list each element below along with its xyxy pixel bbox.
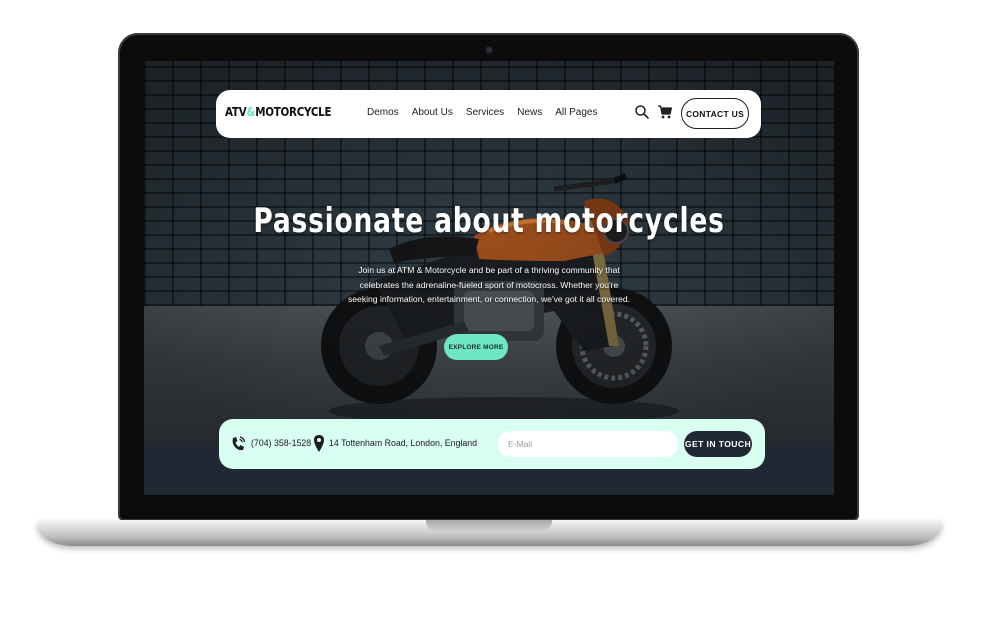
email-input[interactable] xyxy=(498,431,678,457)
logo-text-motorcycle: MOTORCYCLE xyxy=(255,105,332,119)
explore-more-button[interactable]: EXPLORE MORE xyxy=(444,334,508,360)
logo-text-atv: ATV xyxy=(225,105,247,119)
location-pin-icon xyxy=(314,435,324,452)
laptop-mockup: ATV&MOTORCYCLE Demos About Us Services N… xyxy=(0,0,983,618)
hero-title: Passionate about motorcycles xyxy=(253,201,725,241)
nav-item-all-pages[interactable]: All Pages xyxy=(555,107,597,118)
site-logo[interactable]: ATV&MOTORCYCLE xyxy=(225,105,332,119)
nav-item-about-us[interactable]: About Us xyxy=(412,107,453,118)
phone-number[interactable]: (704) 358-1528 xyxy=(251,438,311,448)
phone-icon xyxy=(232,436,246,451)
top-navigation: ATV&MOTORCYCLE Demos About Us Services N… xyxy=(216,90,761,138)
search-icon[interactable] xyxy=(634,104,650,120)
contact-bar: (704) 358-1528 14 Tottenham Road, London… xyxy=(219,419,765,469)
logo-ampersand: & xyxy=(246,105,256,119)
nav-item-demos[interactable]: Demos xyxy=(367,107,399,118)
contact-us-button[interactable]: CONTACT US xyxy=(681,98,749,129)
nav-item-services[interactable]: Services xyxy=(466,107,504,118)
laptop-hinge-notch xyxy=(426,520,552,531)
laptop-screen: ATV&MOTORCYCLE Demos About Us Services N… xyxy=(144,61,834,495)
hero-description: Join us at ATM & Motorcycle and be part … xyxy=(347,265,631,304)
get-in-touch-button[interactable]: GET IN TOUCH xyxy=(684,431,752,457)
cart-icon[interactable] xyxy=(657,104,673,120)
webcam xyxy=(486,47,492,53)
nav-item-news[interactable]: News xyxy=(517,107,542,118)
address-text: 14 Tottenham Road, London, England xyxy=(329,438,478,448)
main-menu: Demos About Us Services News All Pages xyxy=(367,107,597,118)
